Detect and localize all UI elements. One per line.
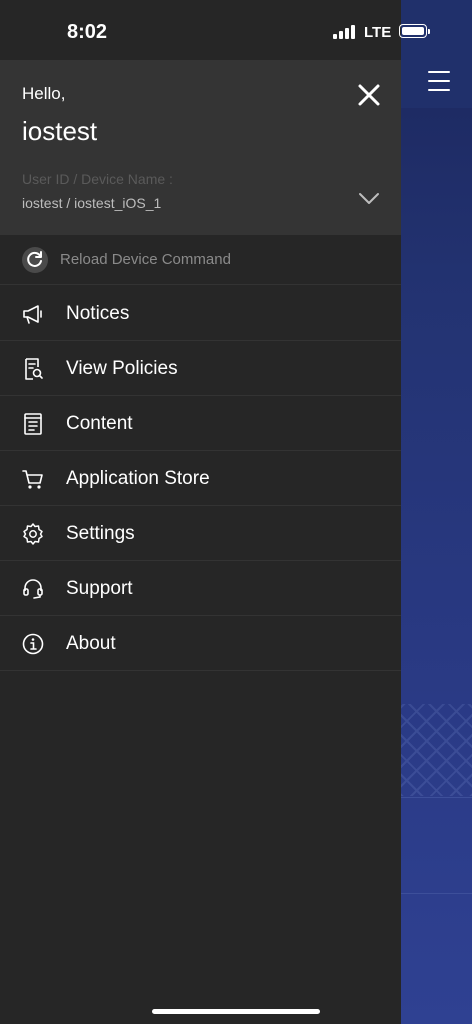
background-pattern <box>401 704 472 796</box>
background-app-pane[interactable] <box>401 0 472 1024</box>
menu-item-settings[interactable]: Settings <box>0 506 401 561</box>
menu-item-content[interactable]: Content <box>0 396 401 451</box>
cart-icon <box>22 470 43 489</box>
background-divider <box>401 797 472 798</box>
menu-item-label: Notices <box>66 303 130 324</box>
username-text: iostest <box>22 116 98 146</box>
battery-icon <box>399 24 430 38</box>
signal-icon <box>333 25 357 39</box>
drawer-menu: Notices View Policies Content Applicatio… <box>0 286 401 671</box>
gear-icon <box>23 523 43 545</box>
menu-item-about[interactable]: About <box>0 616 401 671</box>
reload-label: Reload Device Command <box>60 251 231 268</box>
reload-device-command-button[interactable]: Reload Device Command <box>0 236 401 285</box>
menu-item-notices[interactable]: Notices <box>0 286 401 341</box>
close-icon[interactable] <box>356 82 382 108</box>
menu-item-support[interactable]: Support <box>0 561 401 616</box>
menu-item-label: Content <box>66 413 133 434</box>
greeting-text: Hello, <box>22 84 66 103</box>
headset-icon <box>23 579 43 599</box>
reload-icon <box>22 247 48 273</box>
menu-item-application-store[interactable]: Application Store <box>0 451 401 506</box>
device-value: iostest / iostest_iOS_1 <box>22 195 162 211</box>
background-divider <box>401 893 472 894</box>
menu-item-label: Settings <box>66 523 135 544</box>
network-type: LTE <box>364 24 392 41</box>
megaphone-icon <box>23 305 42 324</box>
device-label: User ID / Device Name : <box>22 171 173 187</box>
policy-search-icon <box>25 358 43 380</box>
menu-item-label: About <box>66 633 116 654</box>
menu-item-label: Support <box>66 578 133 599</box>
home-indicator[interactable] <box>152 1009 320 1014</box>
menu-item-view-policies[interactable]: View Policies <box>0 341 401 396</box>
document-icon <box>24 413 42 435</box>
hamburger-menu-icon[interactable] <box>428 71 450 91</box>
info-icon <box>22 633 44 655</box>
status-bar: 8:02 LTE <box>0 0 472 60</box>
menu-item-label: View Policies <box>66 358 178 379</box>
status-time: 8:02 <box>67 21 108 43</box>
menu-item-label: Application Store <box>66 468 210 489</box>
navigation-drawer: Hello, iostest User ID / Device Name : i… <box>0 0 401 1024</box>
chevron-down-icon[interactable] <box>358 192 380 206</box>
